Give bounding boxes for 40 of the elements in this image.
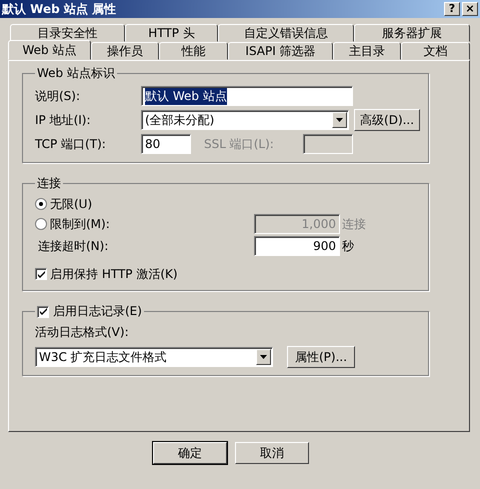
tcp-port-field[interactable]: 80	[141, 134, 191, 154]
ip-dropdown[interactable]: (全部未分配)	[141, 110, 350, 130]
field-label: 活动日志格式(V):	[35, 324, 130, 341]
field-label: TCP 端口(T):	[35, 136, 107, 152]
advanced-button[interactable]: 高级(D)...	[354, 109, 420, 131]
radio-label: 无限(U)	[50, 196, 92, 212]
timeout-field[interactable]: 900	[254, 236, 340, 256]
tab[interactable]: 文档	[401, 42, 470, 60]
log-format-dropdown[interactable]: W3C 扩充日志文件格式	[35, 347, 273, 367]
tab[interactable]: 操作员	[91, 42, 159, 60]
help-button[interactable]: ?	[444, 2, 460, 16]
field-label: 说明(S):	[35, 88, 82, 104]
radio-button[interactable]	[35, 218, 47, 230]
description-field[interactable]: 默认 Web 站点	[141, 86, 353, 106]
checkbox-label: 启用日志记录(E)	[53, 303, 142, 320]
field-label: 连接超时(N):	[38, 238, 108, 254]
tab[interactable]: 性能	[159, 42, 228, 60]
unit-label: 连接	[342, 216, 366, 232]
tab[interactable]: 主目录	[333, 42, 401, 60]
close-button[interactable]: ×	[462, 2, 478, 16]
tab[interactable]: HTTP 头	[125, 24, 218, 42]
tab[interactable]: ISAPI 筛选器	[228, 42, 333, 60]
group-title: Web 站点标识	[36, 65, 116, 82]
field-label: IP 地址(I):	[35, 112, 92, 128]
properties-button[interactable]: 属性(P)...	[287, 346, 355, 368]
tab[interactable]: 服务器扩展	[354, 24, 470, 42]
unit-label: 秒	[342, 238, 354, 254]
radio-label: 限制到(M):	[50, 216, 110, 232]
dialog-button[interactable]: 取消	[235, 442, 309, 464]
field-label: SSL 端口(L):	[204, 136, 275, 152]
tab[interactable]: 自定义错误信息	[218, 24, 354, 42]
dialog-button[interactable]: 确定	[153, 442, 227, 464]
tab[interactable]: Web 站点	[8, 40, 91, 60]
checkbox[interactable]	[35, 268, 47, 280]
checkbox-label: 启用保持 HTTP 激活(K)	[50, 266, 178, 282]
tab[interactable]: 目录安全性	[10, 24, 125, 42]
window-title: 默认 Web 站点 属性	[2, 0, 116, 18]
checkbox[interactable]	[37, 306, 49, 318]
radio-button[interactable]	[35, 198, 47, 210]
group-title: 连接	[36, 175, 62, 192]
